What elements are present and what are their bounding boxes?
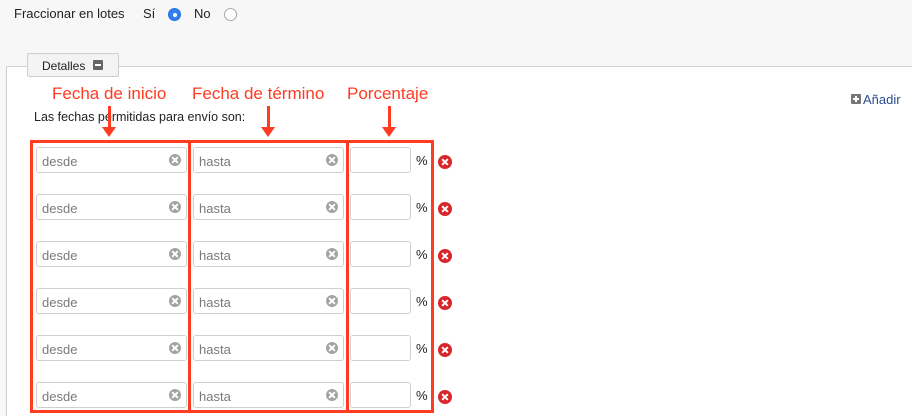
details-tab-label: Detalles	[42, 59, 86, 73]
details-tab[interactable]: Detalles	[27, 53, 119, 77]
add-label: Añadir	[863, 92, 901, 107]
annotation-arrow-percentage	[382, 106, 396, 137]
radio-no[interactable]	[224, 8, 237, 21]
collapse-icon[interactable]	[93, 60, 103, 70]
annotation-percentage: Porcentaje	[347, 84, 429, 103]
radio-no-label: No	[194, 6, 211, 21]
remove-row-icon[interactable]	[438, 249, 452, 263]
remove-row-icon[interactable]	[438, 155, 452, 169]
fraccionar-label: Fraccionar en lotes	[14, 6, 125, 21]
remove-row-icon[interactable]	[438, 202, 452, 216]
remove-row-icon[interactable]	[438, 390, 452, 404]
panel-top-border	[6, 66, 912, 67]
remove-row-icon[interactable]	[438, 296, 452, 310]
annotation-start-date: Fecha de inicio	[52, 84, 167, 103]
radio-si-label: Sí	[143, 6, 156, 21]
annotation-arrow-start	[102, 106, 116, 137]
radio-si[interactable]	[168, 8, 181, 21]
annotation-box-percentage	[346, 140, 434, 413]
plus-square-icon	[851, 94, 861, 104]
annotation-end-date: Fecha de término	[192, 84, 325, 103]
remove-row-icon[interactable]	[438, 343, 452, 357]
annotation-box-start-date	[30, 140, 191, 413]
annotation-arrow-end	[261, 106, 275, 137]
annotation-box-end-date	[188, 140, 349, 413]
dates-label: Las fechas permitidas para envío son:	[34, 110, 246, 124]
